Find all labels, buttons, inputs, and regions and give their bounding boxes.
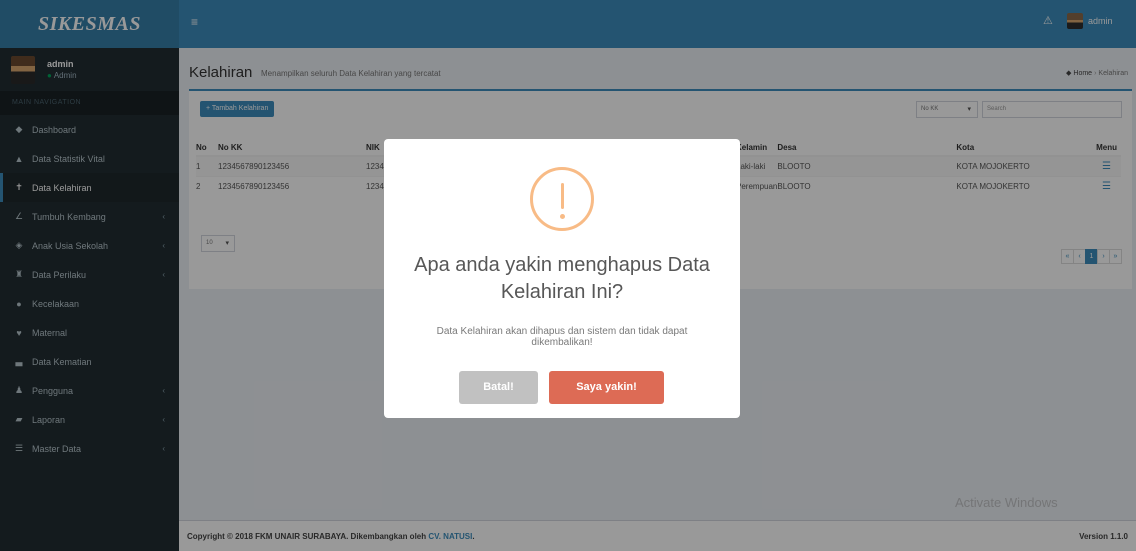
warning-icon (530, 167, 594, 231)
confirm-delete-dialog: Apa anda yakin menghapus Data Kelahiran … (384, 139, 740, 418)
confirm-button[interactable]: Saya yakin! (549, 371, 664, 404)
cancel-button[interactable]: Batal! (459, 371, 538, 404)
dialog-text: Data Kelahiran akan dihapus dan sistem d… (436, 326, 688, 348)
dialog-title: Apa anda yakin menghapus Data Kelahiran … (414, 254, 710, 303)
